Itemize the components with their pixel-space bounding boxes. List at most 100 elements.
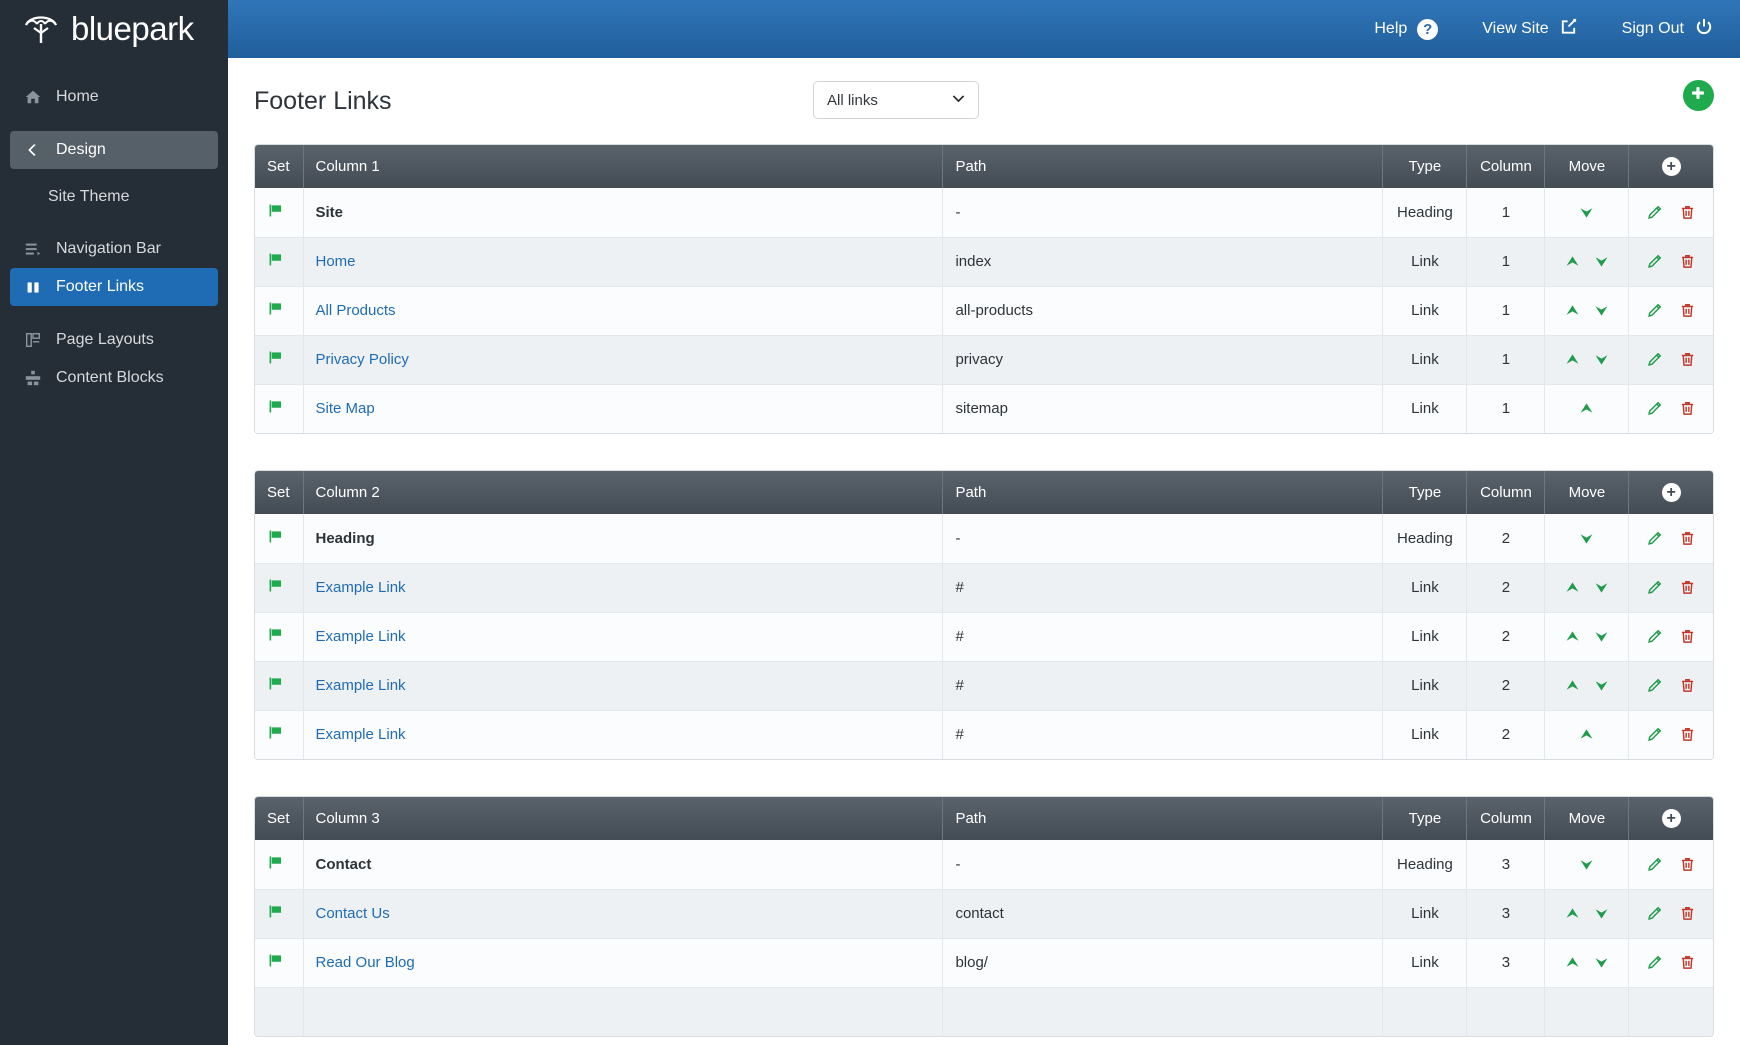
trash-icon[interactable]	[1679, 726, 1696, 743]
pencil-icon[interactable]	[1646, 253, 1663, 270]
flag-icon[interactable]	[267, 300, 284, 317]
arrow-down-icon[interactable]	[1578, 204, 1595, 221]
sidebar-item-site-theme[interactable]: Site Theme	[0, 179, 228, 215]
link-name[interactable]: Privacy Policy	[316, 351, 409, 368]
pencil-icon[interactable]	[1646, 628, 1663, 645]
arrow-up-icon[interactable]	[1564, 253, 1581, 270]
sidebar-item-navigation-bar[interactable]: Navigation Bar	[10, 230, 218, 268]
trash-icon[interactable]	[1679, 677, 1696, 694]
flag-icon[interactable]	[267, 626, 284, 643]
arrow-up-icon[interactable]	[1564, 351, 1581, 368]
plus-circle-icon[interactable]: +	[1661, 809, 1681, 828]
trash-icon[interactable]	[1679, 530, 1696, 547]
trash-icon[interactable]	[1679, 628, 1696, 645]
flag-icon[interactable]	[267, 903, 284, 920]
pencil-icon[interactable]	[1646, 905, 1663, 922]
sidebar-item-design[interactable]: Design	[10, 131, 218, 169]
trash-icon[interactable]	[1679, 204, 1696, 221]
arrow-down-icon[interactable]	[1593, 351, 1610, 368]
sidebar: bluepark Home Design Site Theme Navigati…	[0, 0, 228, 1045]
plus-circle-icon[interactable]: +	[1661, 157, 1681, 176]
link-name[interactable]: Contact Us	[316, 905, 390, 922]
layout-icon	[18, 331, 48, 349]
brand-logo[interactable]: bluepark	[0, 0, 228, 58]
sidebar-item-footer-links[interactable]: Footer Links	[10, 268, 218, 306]
cell-column: 1	[1466, 335, 1546, 385]
sidebar-item-page-layouts[interactable]: Page Layouts	[10, 321, 218, 359]
pencil-icon[interactable]	[1646, 726, 1663, 743]
arrow-down-icon[interactable]	[1593, 628, 1610, 645]
arrow-down-icon[interactable]	[1593, 253, 1610, 270]
arrow-up-icon[interactable]	[1564, 954, 1581, 971]
flag-icon[interactable]	[267, 528, 284, 545]
flag-icon[interactable]	[267, 349, 284, 366]
sidebar-item-label: Home	[56, 88, 99, 105]
sidebar-item-home[interactable]: Home	[10, 78, 218, 116]
arrow-up-icon[interactable]	[1564, 628, 1581, 645]
add-footer-link-button[interactable]	[1682, 80, 1714, 111]
trash-icon[interactable]	[1679, 954, 1696, 971]
pencil-icon[interactable]	[1646, 677, 1663, 694]
arrow-down-icon[interactable]	[1593, 579, 1610, 596]
arrow-down-icon[interactable]	[1593, 905, 1610, 922]
flag-icon[interactable]	[267, 577, 284, 594]
help-button[interactable]: Help ?	[1374, 18, 1439, 40]
cell-type: Heading	[1382, 188, 1468, 238]
flag-icon[interactable]	[267, 724, 284, 741]
links-filter-select[interactable]: All links	[813, 81, 979, 119]
pencil-icon[interactable]	[1646, 954, 1663, 971]
links-filter[interactable]: All links	[813, 81, 979, 119]
trash-icon[interactable]	[1679, 856, 1696, 873]
flag-icon[interactable]	[267, 952, 284, 969]
arrow-up-icon[interactable]	[1578, 400, 1595, 417]
trash-icon[interactable]	[1679, 351, 1696, 368]
column-header-add[interactable]: +	[1628, 797, 1713, 840]
pencil-icon[interactable]	[1646, 204, 1663, 221]
trash-icon[interactable]	[1679, 905, 1696, 922]
flag-icon[interactable]	[267, 854, 284, 871]
column-header-add[interactable]: +	[1628, 145, 1713, 188]
pencil-icon[interactable]	[1646, 856, 1663, 873]
link-name[interactable]: Home	[316, 253, 356, 270]
column-header-add[interactable]: +	[1628, 471, 1713, 514]
pencil-icon[interactable]	[1646, 579, 1663, 596]
plus-circle-icon[interactable]: +	[1661, 483, 1681, 502]
flag-icon[interactable]	[267, 398, 284, 415]
pencil-icon[interactable]	[1646, 351, 1663, 368]
cell-set	[255, 563, 304, 613]
arrow-up-icon[interactable]	[1564, 579, 1581, 596]
arrow-down-icon[interactable]	[1593, 302, 1610, 319]
flag-icon[interactable]	[267, 675, 284, 692]
sidebar-item-content-blocks[interactable]: Content Blocks	[10, 359, 218, 397]
cell-column: 2	[1466, 563, 1546, 613]
trash-icon[interactable]	[1679, 253, 1696, 270]
arrow-up-icon[interactable]	[1564, 677, 1581, 694]
pencil-icon[interactable]	[1646, 302, 1663, 319]
pencil-icon[interactable]	[1646, 400, 1663, 417]
link-name[interactable]: Read Our Blog	[316, 954, 415, 971]
trash-icon[interactable]	[1679, 579, 1696, 596]
arrow-down-icon[interactable]	[1578, 530, 1595, 547]
trash-icon[interactable]	[1679, 400, 1696, 417]
link-name[interactable]: Example Link	[316, 628, 406, 645]
arrow-down-icon[interactable]	[1593, 954, 1610, 971]
link-name[interactable]: Example Link	[316, 677, 406, 694]
link-name[interactable]: All Products	[316, 302, 396, 319]
trash-icon[interactable]	[1679, 302, 1696, 319]
arrow-down-icon[interactable]	[1593, 677, 1610, 694]
sign-out-button[interactable]: Sign Out	[1622, 17, 1714, 42]
tree-logo-icon	[20, 9, 62, 49]
arrow-up-icon[interactable]	[1564, 302, 1581, 319]
column-header-name: Column 1	[303, 145, 944, 188]
link-name[interactable]: Example Link	[316, 579, 406, 596]
arrow-up-icon[interactable]	[1578, 726, 1595, 743]
link-name[interactable]: Example Link	[316, 726, 406, 743]
flag-icon[interactable]	[267, 251, 284, 268]
pencil-icon[interactable]	[1646, 530, 1663, 547]
cell-column: 1	[1466, 237, 1546, 287]
arrow-down-icon[interactable]	[1578, 856, 1595, 873]
arrow-up-icon[interactable]	[1564, 905, 1581, 922]
view-site-button[interactable]: View Site	[1482, 17, 1577, 41]
flag-icon[interactable]	[267, 202, 284, 219]
link-name[interactable]: Site Map	[316, 400, 375, 417]
